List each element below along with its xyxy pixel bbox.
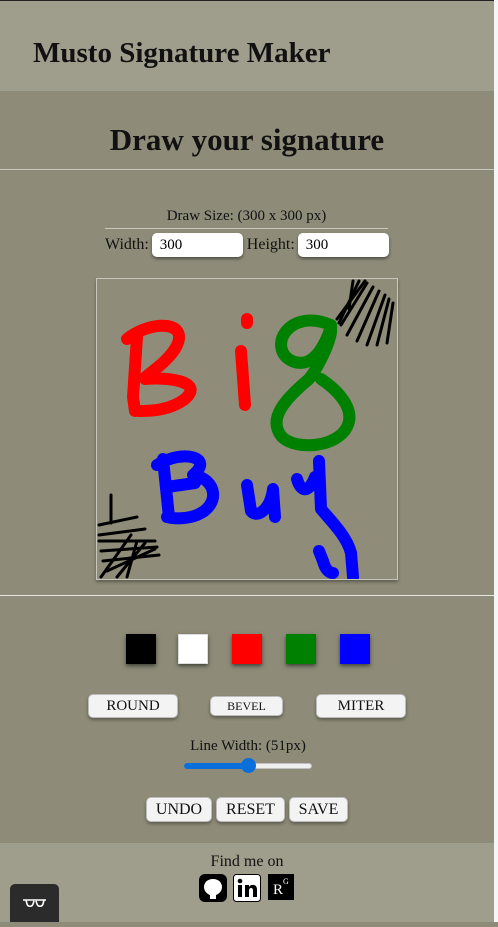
app-title: Musto Signature Maker bbox=[33, 37, 331, 69]
signature-drawing bbox=[97, 279, 395, 583]
miter-button[interactable]: MITER bbox=[316, 694, 406, 718]
line-width-slider-thumb[interactable] bbox=[241, 758, 256, 773]
color-swatch-blue[interactable] bbox=[340, 634, 370, 664]
signature-canvas[interactable] bbox=[96, 278, 398, 583]
find-me-label: Find me on bbox=[210, 853, 284, 870]
section-title: Draw your signature bbox=[109, 122, 385, 157]
svg-text:G: G bbox=[283, 877, 289, 886]
svg-text:R: R bbox=[273, 882, 283, 898]
draw-size-label: Draw Size: (300 x 300 px) bbox=[105, 208, 388, 229]
undo-button[interactable]: UNDO bbox=[146, 797, 212, 822]
width-input[interactable] bbox=[151, 233, 243, 257]
reset-button[interactable]: RESET bbox=[216, 797, 285, 822]
bevel-button[interactable]: BEVEL bbox=[210, 696, 283, 716]
sunglasses-button[interactable] bbox=[10, 884, 59, 922]
github-icon[interactable] bbox=[199, 874, 227, 902]
scrollbar-area[interactable] bbox=[494, 0, 498, 922]
line-width-label: Line Width: (51px) bbox=[190, 738, 306, 754]
color-swatch-white[interactable] bbox=[178, 634, 208, 664]
sunglasses-icon bbox=[23, 899, 46, 908]
researchgate-icon[interactable]: R G bbox=[268, 874, 294, 901]
color-swatch-red[interactable] bbox=[232, 634, 262, 664]
line-width-slider-fill bbox=[184, 763, 248, 769]
size-controls: Width: Height: bbox=[105, 233, 393, 257]
round-button[interactable]: ROUND bbox=[88, 694, 178, 718]
save-button[interactable]: SAVE bbox=[289, 797, 348, 822]
divider bbox=[0, 595, 494, 596]
height-input[interactable] bbox=[297, 233, 389, 257]
width-label: Width: bbox=[105, 236, 149, 253]
divider bbox=[0, 169, 494, 170]
app-header: Musto Signature Maker bbox=[0, 1, 494, 91]
color-swatch-black[interactable] bbox=[126, 634, 156, 664]
height-label: Height: bbox=[246, 236, 295, 253]
color-swatch-green[interactable] bbox=[286, 634, 316, 664]
linkedin-icon[interactable] bbox=[233, 874, 261, 902]
